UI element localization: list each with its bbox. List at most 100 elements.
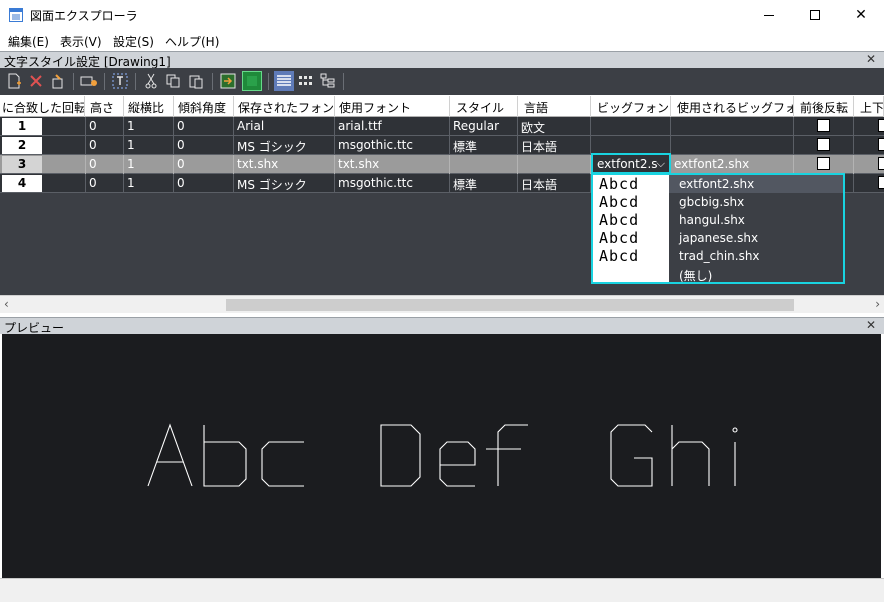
- delete-icon: [30, 75, 42, 87]
- scrollbar-thumb[interactable]: [226, 299, 794, 311]
- saved-font-cell[interactable]: MS ゴシック: [234, 174, 335, 193]
- width-factor-cell[interactable]: 1: [124, 155, 174, 174]
- minimize-button[interactable]: [746, 0, 792, 30]
- delete-button[interactable]: [26, 71, 46, 91]
- column-header[interactable]: スタイル: [450, 96, 518, 117]
- used-bigfont-cell[interactable]: [671, 136, 794, 155]
- paste-button[interactable]: [186, 71, 206, 91]
- table-row-selected[interactable]: 3 0 1 0 txt.shx txt.shx extfont2.shx: [0, 155, 884, 174]
- saved-font-cell[interactable]: MS ゴシック: [234, 136, 335, 155]
- used-font-cell[interactable]: msgothic.ttc: [335, 136, 450, 155]
- style-cell[interactable]: 標準: [450, 174, 518, 193]
- language-cell[interactable]: 日本語: [518, 174, 591, 193]
- list-view-button[interactable]: [274, 71, 294, 91]
- new-style-button[interactable]: [4, 71, 24, 91]
- oblique-cell[interactable]: 0: [174, 174, 234, 193]
- saved-font-cell[interactable]: Arial: [234, 117, 335, 136]
- height-cell[interactable]: 0: [86, 136, 124, 155]
- text-style-panel-close-icon[interactable]: ✕: [866, 52, 876, 66]
- width-factor-cell[interactable]: 1: [124, 174, 174, 193]
- language-cell[interactable]: 日本語: [518, 136, 591, 155]
- used-bigfont-cell[interactable]: [671, 117, 794, 136]
- row-number[interactable]: 2: [2, 137, 42, 154]
- menu-edit[interactable]: 編集(E): [8, 33, 49, 50]
- menu-help[interactable]: ヘルプ(H): [165, 33, 219, 50]
- column-header[interactable]: 上下: [854, 96, 884, 117]
- table-row[interactable]: 1 0 1 0 Arial arial.ttf Regular 欧文: [0, 117, 884, 136]
- language-cell[interactable]: [518, 155, 591, 174]
- cut-button[interactable]: [141, 71, 161, 91]
- used-font-cell[interactable]: msgothic.ttc: [335, 174, 450, 193]
- rotation-cell[interactable]: [43, 136, 86, 155]
- menu-view[interactable]: 表示(V): [60, 33, 102, 50]
- dropdown-option-extfont2[interactable]: extfont2.shx: [669, 175, 843, 193]
- grid-view-button[interactable]: [296, 71, 316, 91]
- scroll-right-icon[interactable]: ›: [875, 297, 880, 311]
- height-cell[interactable]: 0: [86, 155, 124, 174]
- height-cell[interactable]: 0: [86, 174, 124, 193]
- backwards-checkbox[interactable]: [817, 157, 830, 170]
- maximize-button[interactable]: [792, 0, 838, 30]
- row-number[interactable]: 4: [2, 175, 42, 192]
- saved-font-cell[interactable]: txt.shx: [234, 155, 335, 174]
- language-cell[interactable]: 欧文: [518, 117, 591, 136]
- toolbar-separator: [135, 73, 136, 90]
- used-font-cell[interactable]: arial.ttf: [335, 117, 450, 136]
- upside-down-checkbox[interactable]: [878, 138, 884, 151]
- rotation-cell[interactable]: [43, 117, 86, 136]
- set-current-button[interactable]: [79, 71, 99, 91]
- upside-down-checkbox[interactable]: [878, 176, 884, 189]
- copy-button[interactable]: [163, 71, 183, 91]
- upside-down-checkbox[interactable]: [878, 119, 884, 132]
- font-preview-sample: Abcd: [599, 175, 640, 193]
- rotation-cell[interactable]: [43, 174, 86, 193]
- purge-button[interactable]: [48, 71, 68, 91]
- style-cell[interactable]: [450, 155, 518, 174]
- oblique-cell[interactable]: 0: [174, 155, 234, 174]
- used-bigfont-cell[interactable]: extfont2.shx: [671, 155, 794, 174]
- style-cell[interactable]: 標準: [450, 136, 518, 155]
- preview-panel-close-icon[interactable]: ✕: [866, 318, 876, 332]
- height-cell[interactable]: 0: [86, 117, 124, 136]
- column-header[interactable]: 言語: [518, 96, 591, 117]
- column-header[interactable]: 前後反転: [794, 96, 854, 117]
- scroll-left-icon[interactable]: ‹: [4, 297, 9, 311]
- column-header[interactable]: に合致した回転: [0, 96, 85, 117]
- bigfont-cell[interactable]: [591, 117, 671, 136]
- table-row[interactable]: 2 0 1 0 MS ゴシック msgothic.ttc 標準 日本語: [0, 136, 884, 155]
- column-header[interactable]: 縦横比: [124, 96, 174, 117]
- bigfont-combobox[interactable]: extfont2.s ⌵: [591, 153, 671, 174]
- rotation-cell[interactable]: [43, 155, 86, 174]
- upside-down-checkbox[interactable]: [878, 157, 884, 170]
- dropdown-option-japanese[interactable]: japanese.shx: [669, 229, 843, 247]
- row-number[interactable]: 3: [2, 156, 42, 173]
- horizontal-scrollbar[interactable]: ‹ ›: [0, 295, 884, 313]
- dropdown-option-gbcbig[interactable]: gbcbig.shx: [669, 193, 843, 211]
- preview-glyph-f: [486, 424, 528, 486]
- column-header[interactable]: 高さ: [86, 96, 124, 117]
- backwards-checkbox[interactable]: [817, 119, 830, 132]
- dropdown-option-trad-chin[interactable]: trad_chin.shx: [669, 247, 843, 265]
- column-header[interactable]: ビッグフォント: [591, 96, 671, 117]
- used-font-cell[interactable]: txt.shx: [335, 155, 450, 174]
- close-button[interactable]: ✕: [838, 0, 884, 30]
- dropdown-option-hangul[interactable]: hangul.shx: [669, 211, 843, 229]
- oblique-cell[interactable]: 0: [174, 136, 234, 155]
- export-button[interactable]: [242, 71, 262, 91]
- oblique-cell[interactable]: 0: [174, 117, 234, 136]
- chevron-down-icon[interactable]: ⌵: [657, 157, 665, 171]
- backwards-checkbox[interactable]: [817, 138, 830, 151]
- dropdown-option-none[interactable]: (無し): [669, 265, 843, 283]
- menu-settings[interactable]: 設定(S): [113, 33, 154, 50]
- style-cell[interactable]: Regular: [450, 117, 518, 136]
- row-number[interactable]: 1: [2, 118, 42, 135]
- column-header[interactable]: 使用されるビッグフォント: [671, 96, 794, 117]
- width-factor-cell[interactable]: 1: [124, 136, 174, 155]
- text-style-button[interactable]: [110, 71, 130, 91]
- column-header[interactable]: 傾斜角度: [174, 96, 234, 117]
- column-header[interactable]: 使用フォント: [335, 96, 450, 117]
- tree-view-button[interactable]: [318, 71, 338, 91]
- column-header[interactable]: 保存されたフォント: [234, 96, 335, 117]
- width-factor-cell[interactable]: 1: [124, 117, 174, 136]
- import-button[interactable]: [218, 71, 238, 91]
